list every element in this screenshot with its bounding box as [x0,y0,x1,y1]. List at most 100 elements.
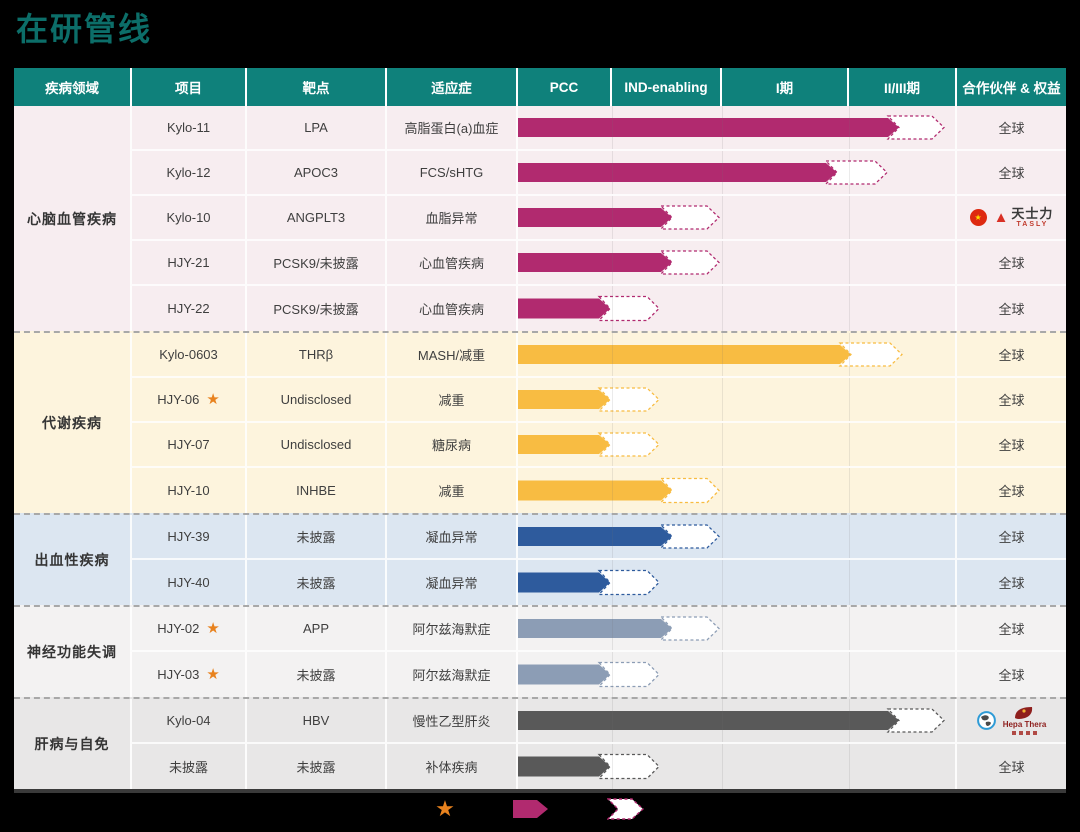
phase-gridline [722,241,723,284]
partner-label: 全球 [998,435,1024,454]
progress-bar-solid [518,253,672,272]
target-cell: ANGPLT3 [245,196,385,241]
project-cell: Kylo-10 [130,196,245,241]
column-header: 项目 [130,68,245,106]
tasly-logo: ★▲天士力TASLY [970,207,1054,229]
phase-gridline [722,560,723,605]
project-name: Kylo-12 [166,165,210,180]
project-name: Kylo-0603 [159,347,218,362]
china-flag-icon: ★ [970,209,987,226]
project-name: HJY-40 [167,575,209,590]
phase-progress-cell [516,106,955,151]
partner-cell: 全球 [955,607,1066,652]
project-name: HJY-21 [167,255,209,270]
phase-progress-cell [516,744,955,789]
column-header: 合作伙伴 & 权益 [955,68,1066,106]
phase-gridline [612,378,613,421]
column-header: 适应症 [385,68,516,106]
column-header: I期 [720,68,847,106]
phase-progress-cell [516,607,955,652]
column-header: 靶点 [245,68,385,106]
indication-cell: 减重 [385,468,516,513]
phase-gridline [722,106,723,149]
target-cell: PCSK9/未披露 [245,286,385,331]
partner-label: 全球 [998,527,1024,546]
target-cell: 未披露 [245,515,385,560]
phase-progress-cell [516,515,955,560]
project-name: Kylo-04 [166,713,210,728]
partner-cell: 全球 [955,468,1066,513]
phase-gridline [612,699,613,742]
progress-bar-solid [518,527,672,546]
phase-gridline [849,423,850,466]
phase-gridline [612,468,613,513]
indication-cell: 血脂异常 [385,196,516,241]
phase-gridline [612,106,613,149]
partner-label: 全球 [998,345,1024,364]
target-cell: LPA [245,106,385,151]
phase-progress-cell [516,652,955,697]
project-cell: Kylo-0603 [130,333,245,378]
target-cell: 未披露 [245,560,385,605]
project-name: Kylo-10 [166,210,210,225]
project-name: HJY-22 [167,301,209,316]
project-cell: HJY-02 ★ [130,607,245,652]
phase-gridline [849,196,850,239]
phase-gridline [849,378,850,421]
phase-gridline [849,241,850,284]
phase-gridline [722,744,723,789]
phase-gridline [612,744,613,789]
phase-progress-cell [516,151,955,196]
column-header: PCC [516,68,610,106]
phase-progress-cell [516,468,955,513]
phase-gridline [849,106,850,149]
phase-gridline [612,515,613,558]
page-title: 在研管线 [16,4,152,50]
indication-cell: 心血管疾病 [385,286,516,331]
partner-label: 全球 [998,573,1024,592]
partner-cell: 全球 [955,241,1066,286]
indication-cell: 高脂蛋白(a)血症 [385,106,516,151]
phase-gridline [722,699,723,742]
progress-bar-solid [518,208,672,227]
indication-cell: 补体疾病 [385,744,516,789]
progress-bar-solid [518,435,610,454]
indication-cell: 凝血异常 [385,560,516,605]
disease-group: 出血性疾病HJY-39未披露凝血异常全球HJY-40未披露凝血异常全球 [14,513,1066,605]
phase-gridline [849,744,850,789]
phase-gridline [722,468,723,513]
phase-gridline [612,607,613,650]
column-header: II/III期 [847,68,955,106]
phase-gridline [722,515,723,558]
phase-gridline [722,378,723,421]
phase-gridline [722,151,723,194]
project-name: HJY-06 [157,392,199,407]
progress-bar-solid [518,573,610,593]
target-cell: THRβ [245,333,385,378]
disease-area-label: 代谢疾病 [14,333,130,513]
project-cell: Kylo-12 [130,151,245,196]
phase-gridline [849,515,850,558]
target-cell: APP [245,607,385,652]
indication-cell: 阿尔兹海默症 [385,652,516,697]
partner-cell: 全球 [955,560,1066,605]
project-name: HJY-02 [157,621,199,636]
priority-star-icon: ★ [206,621,219,636]
target-cell: Undisclosed [245,423,385,468]
phase-gridline [612,560,613,605]
phase-gridline [722,423,723,466]
partner-label: 全球 [998,619,1024,638]
partner-cell: 全球 [955,286,1066,331]
project-name: HJY-03 [157,667,199,682]
target-cell: Undisclosed [245,378,385,423]
column-header: IND-enabling [610,68,720,106]
partner-cell: 全球 [955,378,1066,423]
project-cell: Kylo-11 [130,106,245,151]
phase-gridline [849,151,850,194]
project-cell: HJY-40 [130,560,245,605]
phase-progress-cell [516,423,955,468]
project-cell: HJY-10 [130,468,245,513]
phase-gridline [849,652,850,697]
disease-group: 神经功能失调HJY-02★APP阿尔兹海默症全球HJY-03★未披露阿尔兹海默症… [14,605,1066,697]
phase-gridline [612,241,613,284]
